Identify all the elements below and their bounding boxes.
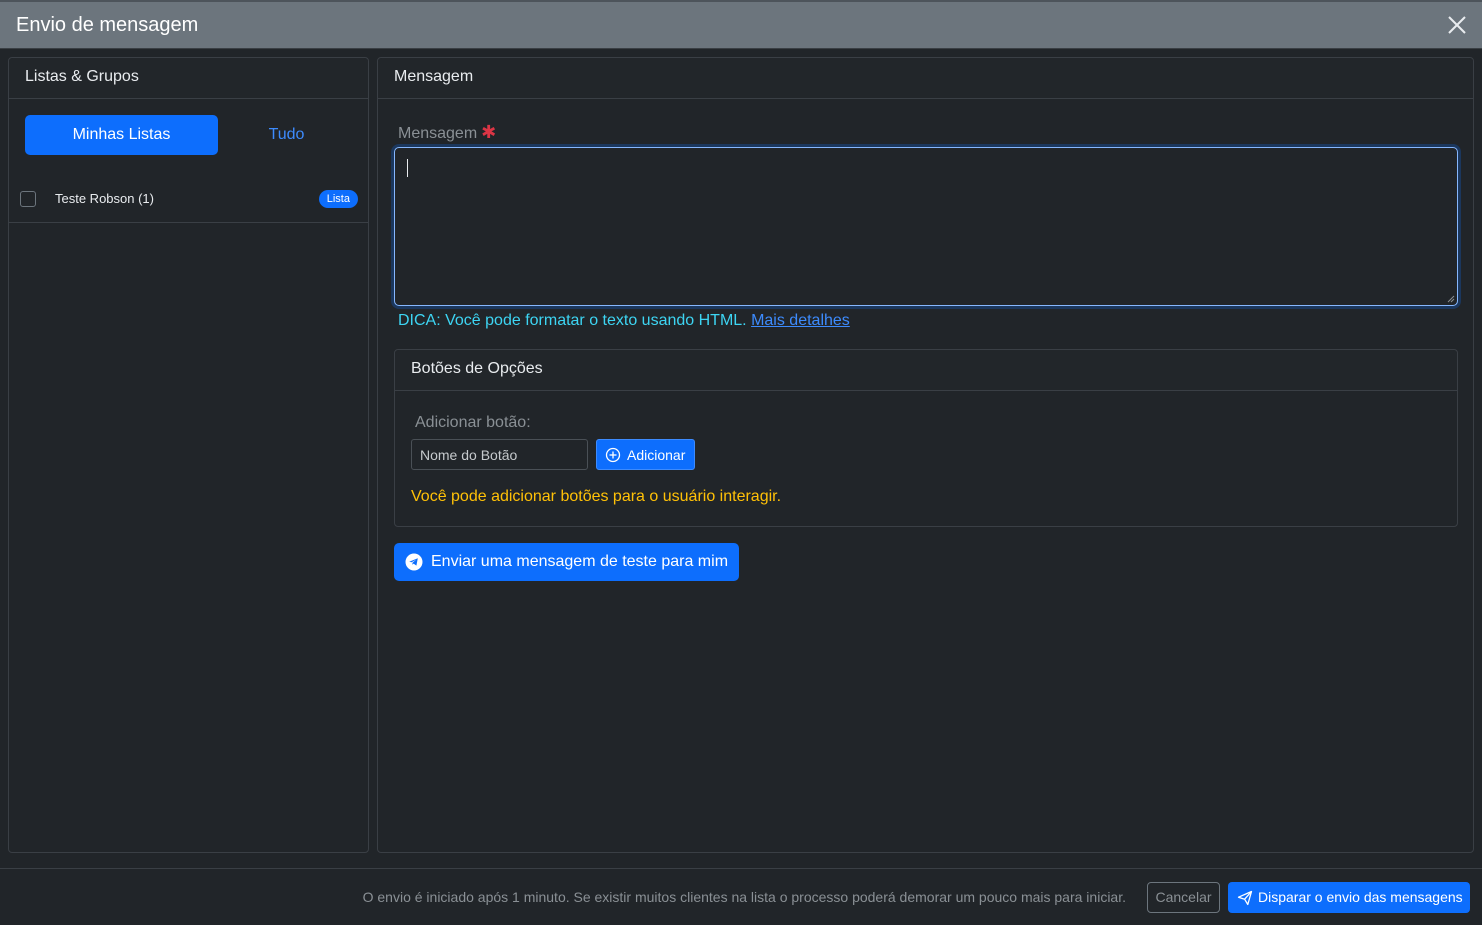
text-caret [407,159,408,177]
list-item-name: Teste Robson (1) [55,191,154,206]
message-textarea[interactable] [394,147,1458,306]
message-field-label: Mensagem ✱ [398,122,496,143]
modal-title: Envio de mensagem [16,14,199,36]
modal-header: Envio de mensagem [0,0,1482,49]
tab-all[interactable]: Tudo [221,115,352,155]
send-test-label: Enviar uma mensagem de teste para mim [431,553,729,570]
close-icon [1448,16,1466,34]
tab-my-lists[interactable]: Minhas Listas [25,115,218,155]
add-option-button[interactable]: Adicionar [596,439,695,470]
send-icon [1237,890,1253,906]
hint-text: DICA: Você pode formatar o texto usando … [398,312,747,329]
close-button[interactable] [1446,14,1468,36]
message-label-text: Mensagem [398,125,478,142]
more-details-link[interactable]: Mais detalhes [751,312,850,329]
list-type-badge: Lista [318,190,358,208]
list-item-checkbox[interactable] [20,191,36,207]
message-panel: Mensagem Mensagem ✱ DICA: Você pode forma… [377,57,1474,853]
telegram-icon [405,553,423,571]
send-messages-label: Disparar o envio das mensagens [1258,889,1463,905]
lists-groups-panel: Listas & Grupos Minhas Listas Tudo Teste… [8,57,369,853]
option-buttons-header: Botões de Opções [395,350,1457,391]
send-messages-button[interactable]: Disparar o envio das mensagens [1228,882,1470,913]
modal-footer: O envio é iniciado após 1 minuto. Se exi… [0,868,1482,925]
send-test-message-button[interactable]: Enviar uma mensagem de teste para mim [394,543,739,581]
footer-note: O envio é iniciado após 1 minuto. Se exi… [362,889,1126,905]
plus-circle-icon [605,447,621,463]
option-buttons-warning: Você pode adicionar botões para o usuári… [411,488,782,505]
message-panel-header: Mensagem [378,58,1473,99]
list-item[interactable]: Teste Robson (1) Lista [9,179,368,223]
html-hint: DICA: Você pode formatar o texto usando … [398,312,850,330]
cancel-button[interactable]: Cancelar [1147,882,1220,913]
option-buttons-card: Botões de Opções Adicionar botão: Adicio… [394,349,1458,527]
add-option-label: Adicionar [627,447,686,463]
resize-grip-icon[interactable] [1447,295,1455,303]
lists-groups-header: Listas & Grupos [9,58,368,99]
button-name-input[interactable] [411,439,588,470]
add-button-label: Adicionar botão: [415,414,531,431]
required-icon: ✱ [481,122,497,142]
